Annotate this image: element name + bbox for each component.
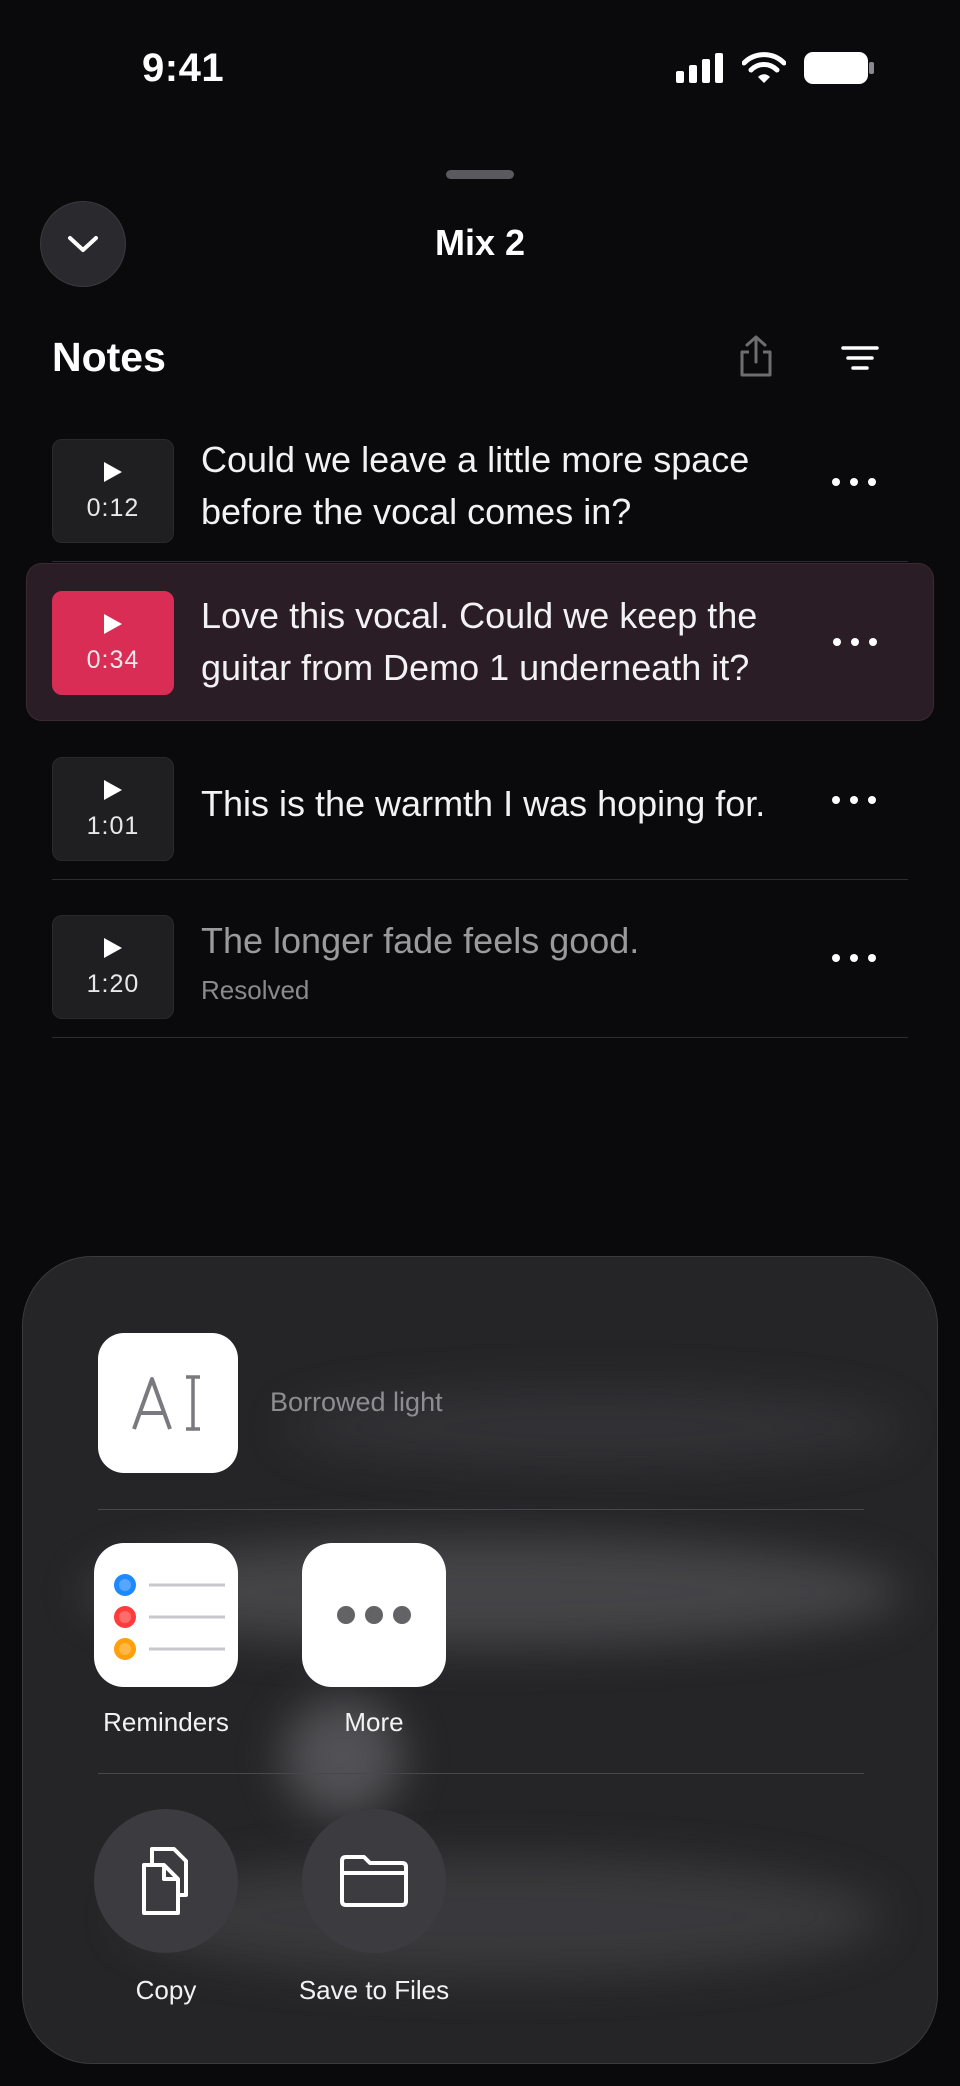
note-row-active[interactable]: 0:34 Love this vocal. Could we keep the … (26, 563, 934, 721)
play-icon (104, 937, 122, 958)
action-save-to-files[interactable]: Save to Files (274, 1809, 474, 2006)
more-options-button[interactable] (832, 787, 876, 813)
filter-button[interactable] (838, 340, 882, 376)
sheet-grabber[interactable] (446, 170, 514, 179)
note-row[interactable]: 0:12 Could we leave a little more space … (26, 404, 934, 562)
play-icon (104, 779, 122, 800)
play-thumbnail[interactable]: 0:12 (52, 439, 174, 543)
note-row[interactable]: 1:01 This is the warmth I was hoping for… (26, 722, 934, 880)
notes-heading: Notes (52, 334, 166, 380)
share-sheet: Borrowed light Reminders More Copy Save … (22, 1256, 938, 2064)
battery-icon (804, 52, 874, 84)
action-label: Copy (135, 1975, 197, 2005)
status-time: 9:41 (142, 46, 225, 90)
more-options-button[interactable] (833, 629, 877, 655)
page-title: Mix 2 (434, 222, 526, 263)
play-icon (104, 613, 122, 634)
play-thumbnail[interactable]: 1:01 (52, 757, 174, 861)
share-button[interactable] (734, 332, 778, 380)
reminders-icon (94, 1543, 238, 1687)
status-bar: 9:41 (0, 0, 960, 140)
note-text: The longer fade feels good. (201, 920, 640, 961)
note-duration: 0:34 (86, 645, 140, 674)
copy-icon (94, 1809, 238, 1953)
wifi-icon (742, 52, 786, 83)
more-options-button[interactable] (832, 945, 876, 971)
note-text: Could we leave a little more space befor… (201, 439, 750, 532)
filter-icon (841, 346, 879, 370)
note-duration: 1:20 (86, 969, 140, 998)
action-copy[interactable]: Copy (66, 1809, 266, 2006)
play-icon (104, 461, 122, 482)
play-thumbnail[interactable]: 0:34 (52, 591, 174, 695)
more-icon (302, 1543, 446, 1687)
app-label: Reminders (103, 1707, 229, 1737)
divider (52, 561, 908, 562)
note-row-resolved[interactable]: 1:20 The longer fade feels good. Resolve… (26, 880, 934, 1038)
text-cursor-icon (132, 1375, 200, 1431)
more-options-button[interactable] (832, 469, 876, 495)
share-icon (740, 335, 772, 377)
folder-icon (302, 1809, 446, 1953)
note-text: This is the warmth I was hoping for. (201, 783, 766, 824)
note-text: Love this vocal. Could we keep the guita… (201, 595, 758, 688)
cellular-signal-icon (676, 53, 723, 83)
divider (98, 1509, 864, 1510)
play-thumbnail[interactable]: 1:20 (52, 915, 174, 1019)
document-icon (98, 1333, 238, 1473)
divider (98, 1773, 864, 1774)
app-reminders[interactable]: Reminders (76, 1543, 256, 1738)
note-duration: 0:12 (86, 493, 140, 522)
note-status: Resolved (201, 975, 310, 1005)
status-icons (676, 52, 874, 84)
document-name: Borrowed light (270, 1387, 443, 1417)
action-label: Save to Files (298, 1975, 450, 2005)
divider (52, 1037, 908, 1038)
app-label: More (344, 1707, 404, 1737)
app-more[interactable]: More (284, 1543, 464, 1738)
note-duration: 1:01 (86, 811, 140, 840)
